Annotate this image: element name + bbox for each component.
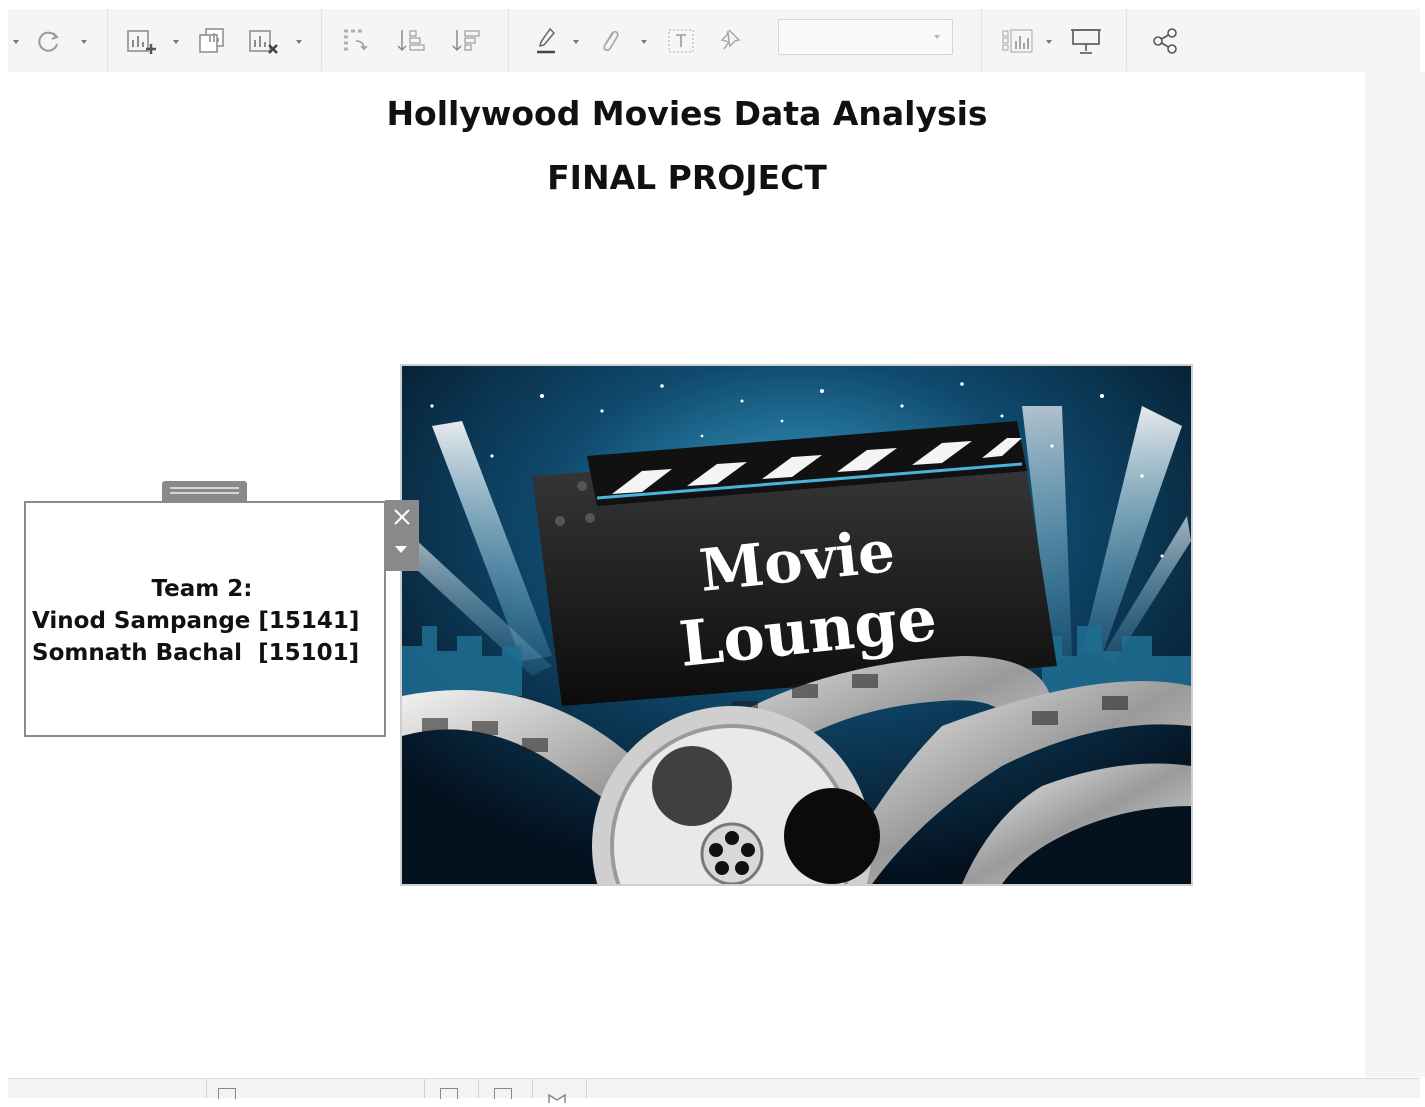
- drag-handle[interactable]: [162, 481, 247, 502]
- chevron-down-icon[interactable]: [1046, 40, 1052, 44]
- chevron-down-icon[interactable]: [573, 40, 579, 44]
- sort-descending-icon[interactable]: [448, 28, 484, 54]
- chevron-down-icon[interactable]: [296, 40, 302, 44]
- toolbar-divider: [321, 9, 322, 71]
- sheet-tabs-bar: [8, 1078, 1420, 1103]
- grip-line: [170, 492, 239, 494]
- member-line-1: Vinod Sampange [15141]: [32, 608, 360, 634]
- toolbar-divider: [1126, 9, 1127, 71]
- toolbar-divider: [107, 9, 108, 71]
- right-margin: [1365, 72, 1425, 1077]
- clear-sheet-icon[interactable]: [244, 28, 282, 54]
- team-label: Team 2:: [151, 576, 253, 602]
- chevron-down-icon: [934, 35, 940, 39]
- toolbar: [8, 9, 1420, 72]
- new-worksheet-tab-icon[interactable]: [440, 1088, 458, 1099]
- refresh-icon[interactable]: [32, 28, 66, 54]
- group-members-icon[interactable]: [594, 28, 624, 54]
- dashboard-title: Hollywood Movies Data Analysis: [386, 94, 988, 133]
- tab-divider: [586, 1079, 587, 1098]
- highlight-icon[interactable]: [530, 27, 564, 54]
- team-text-box[interactable]: Team 2: Vinod Sampange [15141] Somnath B…: [24, 501, 386, 737]
- member-line-2: Somnath Bachal [15101]: [32, 640, 360, 666]
- presentation-mode-icon[interactable]: [1066, 28, 1106, 54]
- tab-divider: [424, 1079, 425, 1098]
- chevron-down-icon[interactable]: [641, 40, 647, 44]
- tab-divider: [478, 1079, 479, 1098]
- duplicate-sheet-icon[interactable]: [194, 28, 230, 54]
- fit-dropdown[interactable]: [778, 19, 953, 55]
- show-me-icon[interactable]: [998, 28, 1036, 54]
- tab-divider: [206, 1079, 207, 1098]
- share-icon[interactable]: [1148, 28, 1184, 54]
- swap-rows-columns-icon[interactable]: [338, 28, 374, 54]
- tab-divider: [532, 1079, 533, 1098]
- float-controls: [385, 500, 419, 571]
- grip-line: [170, 487, 239, 489]
- toolbar-divider: [981, 9, 982, 71]
- chevron-down-icon[interactable]: [81, 40, 87, 44]
- movie-lounge-image: Movie Lounge: [400, 364, 1193, 886]
- toolbar-divider: [508, 9, 509, 71]
- data-source-icon[interactable]: [218, 1088, 236, 1099]
- sort-ascending-icon[interactable]: [393, 28, 429, 54]
- fix-axes-icon[interactable]: [716, 28, 746, 54]
- new-dashboard-tab-icon[interactable]: [494, 1088, 512, 1099]
- more-options-icon[interactable]: [395, 546, 407, 553]
- chevron-down-icon[interactable]: [13, 40, 19, 44]
- dashboard-subtitle: FINAL PROJECT: [547, 158, 827, 197]
- show-labels-icon[interactable]: [664, 28, 698, 54]
- chevron-down-icon[interactable]: [173, 40, 179, 44]
- new-worksheet-icon[interactable]: [122, 28, 160, 54]
- close-icon[interactable]: [391, 506, 413, 528]
